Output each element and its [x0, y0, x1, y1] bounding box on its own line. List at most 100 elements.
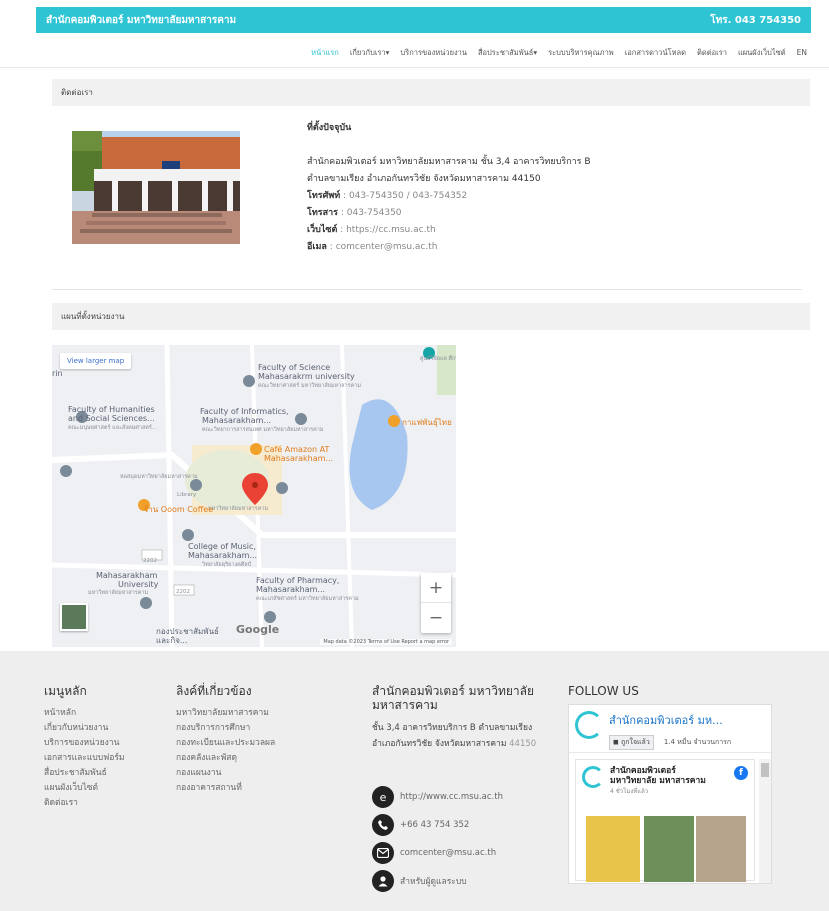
- nav-quality[interactable]: ระบบบริหารคุณภาพ: [548, 47, 614, 59]
- fb-page-header: สำนักคอมพิวเตอร์ มห... ◼ ถูกใจแล้ว 1.4 ห…: [569, 705, 771, 753]
- footer-link-planning[interactable]: กองแผนงาน: [176, 766, 275, 781]
- footer-follow: FOLLOW US: [568, 684, 639, 706]
- fb-scrollbar[interactable]: [759, 759, 771, 883]
- fb-scroll-thumb[interactable]: [761, 763, 769, 777]
- map-label-library: Library: [177, 492, 197, 498]
- footer-link-education[interactable]: กองบริการการศึกษา: [176, 721, 275, 736]
- fb-page-name[interactable]: สำนักคอมพิวเตอร์ มห...: [609, 711, 759, 729]
- fb-like-count: 1.4 หมื่น จำนวนการก: [663, 738, 732, 746]
- footer-link-home[interactable]: หน้าหลัก: [44, 706, 125, 721]
- map-label-road-1: 2202: [143, 558, 157, 564]
- nav-downloads[interactable]: เอกสารดาวน์โหลด: [625, 47, 686, 59]
- address-line-2: ตำบลขามเรียง อำเภอกันทรวิชัย จังหวัดมหาส…: [307, 174, 541, 184]
- footer-link-buildings[interactable]: กองอาคารสถานที่: [176, 781, 275, 796]
- footer-web[interactable]: http://www.cc.msu.ac.th: [400, 792, 503, 802]
- header-phone: โทร. 043 754350: [710, 14, 801, 26]
- internet-explorer-icon: e: [372, 786, 394, 808]
- footer-link-sitemap[interactable]: แผนผังเว็บไซต์: [44, 781, 125, 796]
- fb-post-time: 4 ชั่วโมงที่แล้ว: [610, 788, 649, 795]
- footer-link-university[interactable]: มหาวิทยาลัยมหาสารคาม: [176, 706, 275, 721]
- nav-home[interactable]: หน้าแรก: [311, 47, 339, 59]
- map-label-music-2: Mahasarakham...: [188, 551, 258, 560]
- satellite-toggle[interactable]: [60, 603, 88, 631]
- map-label-informatics: Faculty of Informatics,: [200, 407, 289, 416]
- address-line-1: สำนักคอมพิวเตอร์ มหาวิทยาลัยมหาสารคาม ชั…: [307, 157, 591, 167]
- fax-label: โทรสาร: [307, 208, 338, 218]
- fb-like-label: ถูกใจแล้ว: [621, 738, 650, 746]
- map-label-humanities: Faculty of Humanities: [68, 405, 155, 414]
- fb-post-name[interactable]: สำนักคอมพิวเตอร์ มหาวิทยาลัย มหาสารคาม: [610, 766, 720, 786]
- footer-follow-title: FOLLOW US: [568, 684, 639, 698]
- footer-org-zip: 44150: [509, 739, 537, 749]
- footer-email[interactable]: comcenter@msu.ac.th: [400, 848, 496, 858]
- contact-section-header: ติดต่อเรา: [52, 79, 810, 106]
- facebook-icon: f: [734, 766, 748, 780]
- footer-link-contact[interactable]: ติดต่อเรา: [44, 796, 125, 811]
- map-label-cafe-right: กาแฟพันธุ์ไทย: [402, 418, 452, 427]
- map-label-pharmacy-th: คณะเภสัชศาสตร์ มหาวิทยาลัยมหาสารคาม: [256, 596, 359, 602]
- footer-link-documents[interactable]: เอกสารและแบบฟอร์ม: [44, 751, 125, 766]
- email-value[interactable]: : comcenter@msu.ac.th: [327, 242, 438, 252]
- nav-sitemap[interactable]: แผนผังเว็บไซต์: [738, 47, 786, 59]
- map-label-msu: Mahasarakham: [96, 571, 158, 580]
- fb-post-logo-icon: [582, 766, 604, 788]
- footer-links: ลิงค์ที่เกี่ยวข้อง มหาวิทยาลัยมหาสารคาม …: [176, 684, 275, 796]
- fb-post-image-2[interactable]: [644, 816, 694, 882]
- zoom-out-button[interactable]: −: [421, 603, 451, 633]
- footer-email-row[interactable]: comcenter@msu.ac.th: [372, 842, 496, 864]
- map-label-science-2: Mahasarakrm university: [258, 372, 355, 381]
- map-section-title: แผนที่ตั้งหน่วยงาน: [61, 312, 125, 321]
- footer-link-media[interactable]: สื่อประชาสัมพันธ์: [44, 766, 125, 781]
- contact-info: ที่ตั้งปัจจุบัน สำนักคอมพิวเตอร์ มหาวิทย…: [307, 120, 637, 256]
- top-bar: สำนักคอมพิวเตอร์ มหาวิทยาลัยมหาสารคาม โท…: [36, 7, 811, 33]
- footer-web-row[interactable]: e http://www.cc.msu.ac.th: [372, 786, 503, 808]
- embedded-map[interactable]: View larger map rin Faculty of Science M…: [52, 345, 456, 647]
- footer-link-about[interactable]: เกี่ยวกับหน่วยงาน: [44, 721, 125, 736]
- map-label-humanities-th: คณะมนุษยศาสตร์ และสังคมศาสตร์...: [68, 425, 158, 431]
- footer-menu-title: เมนูหลัก: [44, 684, 87, 698]
- facebook-icon-glyph: f: [739, 768, 743, 778]
- footer-link-services[interactable]: บริการของหน่วยงาน: [44, 736, 125, 751]
- footer-phone: +66 43 754 352: [400, 820, 470, 830]
- nav-about[interactable]: เกี่ยวกับเรา▾: [350, 47, 390, 59]
- nav-services[interactable]: บริการของหน่วยงาน: [400, 47, 467, 59]
- footer-link-finance[interactable]: กองคลังและพัสดุ: [176, 751, 275, 766]
- facebook-widget[interactable]: สำนักคอมพิวเตอร์ มห... ◼ ถูกใจแล้ว 1.4 ห…: [568, 704, 772, 884]
- web-label: เว็บไซต์: [307, 225, 338, 235]
- map-label-road-2: 2202: [176, 589, 190, 595]
- main-nav: หน้าแรก เกี่ยวกับเรา▾ บริการของหน่วยงาน …: [0, 38, 829, 68]
- nav-language[interactable]: EN: [797, 48, 807, 57]
- map-attribution[interactable]: Map data ©2023 Terms of Use Report a map…: [320, 639, 452, 645]
- map-label-left: rin: [52, 369, 63, 378]
- google-logo: Google: [236, 623, 280, 636]
- footer-admin[interactable]: สำหรับผู้ดูแลระบบ: [400, 874, 467, 888]
- footer-link-registrar[interactable]: กองทะเบียนและประมวลผล: [176, 736, 275, 751]
- footer-org-address: ชั้น 3,4 อาคารวิทยบริการ B ตำบลขามเรียง …: [372, 720, 552, 752]
- nav-contact[interactable]: ติดต่อเรา: [697, 47, 727, 59]
- email-row: อีเมล : comcenter@msu.ac.th: [307, 239, 637, 256]
- footer-admin-row[interactable]: สำหรับผู้ดูแลระบบ: [372, 870, 467, 892]
- web-value[interactable]: : https://cc.msu.ac.th: [337, 225, 436, 235]
- contact-section-title: ติดต่อเรา: [61, 88, 93, 97]
- map-label-coffee: ร้าน Ooom Coffee: [144, 505, 214, 514]
- map-label-pr: กองประชาสัมพันธ์: [156, 627, 219, 636]
- view-larger-map-link[interactable]: View larger map: [60, 353, 132, 369]
- fb-post[interactable]: สำนักคอมพิวเตอร์ มหาวิทยาลัย มหาสารคาม 4…: [575, 759, 755, 882]
- footer-links-title: ลิงค์ที่เกี่ยวข้อง: [176, 684, 252, 698]
- map-label-informatics-th: คณะวิทยาการสารสนเทศ มหาวิทยาลัยมหาสารคาม: [202, 427, 324, 433]
- fb-post-image-1[interactable]: [586, 816, 640, 882]
- site-title[interactable]: สำนักคอมพิวเตอร์ มหาวิทยาลัยมหาสารคาม: [46, 13, 236, 28]
- zoom-controls: + −: [421, 573, 451, 633]
- email-label: อีเมล: [307, 242, 327, 252]
- web-row: เว็บไซต์ : https://cc.msu.ac.th: [307, 222, 637, 239]
- fb-page-logo-icon: [575, 711, 603, 739]
- building-image: [72, 131, 240, 244]
- map-label-informatics-2: Mahasarakham...: [202, 416, 272, 425]
- map-label-msu-th: มหาวิทยาลัยมหาสารคาม: [88, 590, 149, 596]
- map-label-science-th: คณะวิทยาศาสตร์ มหาวิทยาลัยมหาสารคาม: [258, 383, 362, 389]
- nav-media[interactable]: สื่อประชาสัมพันธ์▾: [478, 47, 537, 59]
- fb-like-button[interactable]: ◼ ถูกใจแล้ว: [609, 735, 654, 750]
- zoom-in-button[interactable]: +: [421, 573, 451, 603]
- fb-post-image-3[interactable]: [696, 816, 746, 882]
- map-label-pharmacy: Faculty of Pharmacy,: [256, 576, 340, 585]
